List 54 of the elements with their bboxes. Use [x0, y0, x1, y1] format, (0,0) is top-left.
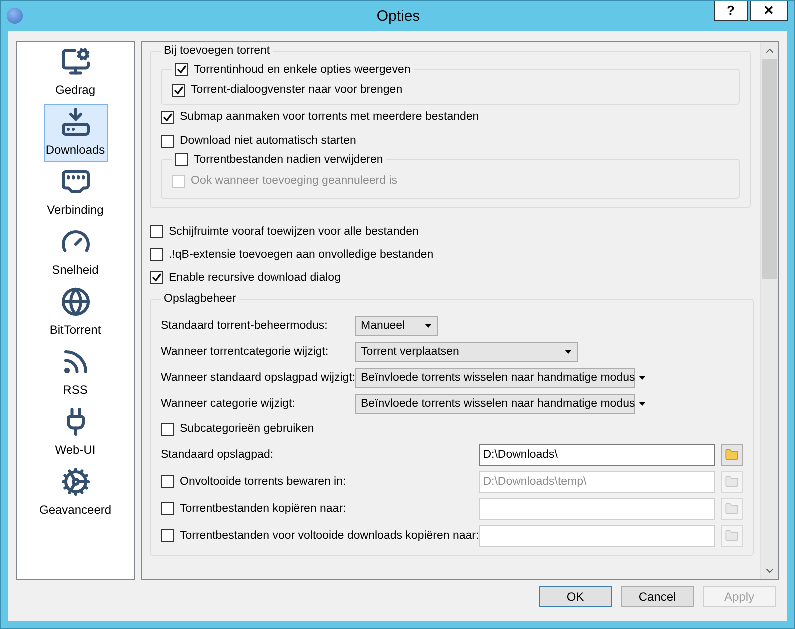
checkbox-label[interactable]: Schijfruimte vooraf toewijzen voor alle bestanden: [169, 226, 419, 238]
dialog-button[interactable]: Cancel: [621, 586, 694, 607]
scrollbar[interactable]: [760, 42, 778, 579]
checkbox[interactable]: [175, 63, 188, 76]
sidebar-item[interactable]: Web-UI: [44, 404, 108, 462]
window-title: Opties: [376, 8, 422, 24]
checkbox-label[interactable]: Torrentbestanden nadien verwijderen: [194, 154, 384, 166]
dialog-button[interactable]: OK: [539, 586, 612, 607]
folder-icon: [725, 448, 740, 462]
checkbox[interactable]: [161, 110, 174, 124]
checkbox[interactable]: [150, 271, 163, 284]
help-button[interactable]: ?: [714, 1, 748, 21]
dropdown[interactable]: Torrent verplaatsen: [355, 342, 578, 362]
checkbox-label[interactable]: Submap aanmaken voor torrents met meerdere bestanden: [180, 111, 480, 123]
dropdown[interactable]: Manueel: [355, 316, 438, 336]
checkbox[interactable]: [172, 84, 185, 96]
sidebar-item[interactable]: BitTorrent: [44, 284, 108, 342]
close-button[interactable]: ✕: [750, 1, 788, 21]
checkbox[interactable]: [161, 422, 174, 436]
field-label: Standaard torrent-beheermodus:: [161, 320, 329, 332]
sidebar-item[interactable]: RSS: [44, 344, 108, 402]
checkbox-label[interactable]: Subcategorieën gebruiken: [180, 423, 314, 435]
sidebar-item[interactable]: Downloads: [44, 104, 108, 162]
category-icon: [60, 467, 90, 497]
checkbox[interactable]: [150, 248, 163, 261]
sidebar-item[interactable]: Gedrag: [44, 44, 108, 102]
sidebar-item[interactable]: Verbinding: [44, 164, 108, 222]
checkbox-label[interactable]: .!qB-extensie toevoegen aan onvolledige bestanden: [169, 248, 434, 260]
sidebar-item[interactable]: Snelheid: [44, 224, 108, 282]
caret-icon: [425, 324, 432, 328]
checkbox-label[interactable]: Torrentinhoud en enkele opties weergeven: [194, 64, 411, 76]
group-title: Opslagbeheer: [163, 293, 238, 305]
category-icon: [60, 107, 90, 137]
app-icon: [7, 8, 23, 24]
group-title: Bij toevoegen torrent: [163, 45, 272, 57]
checkbox[interactable]: [150, 225, 163, 238]
folder-icon: [725, 474, 740, 488]
checkbox-label[interactable]: Enable recursive download dialog: [169, 272, 341, 284]
checkbox[interactable]: [161, 134, 174, 148]
field-label: Wanneer torrentcategorie wijzigt:: [161, 346, 330, 358]
field-label: Standaard opslagpad:: [161, 448, 274, 460]
field-label: Wanneer categorie wijzigt:: [161, 398, 296, 410]
folder-icon: [725, 502, 740, 516]
checkbox-label[interactable]: Torrent-dialoogvenster naar voor brengen: [191, 84, 403, 96]
caret-icon: [639, 402, 646, 406]
checkbox-label[interactable]: Download niet automatisch starten: [180, 135, 356, 147]
checkbox[interactable]: [175, 153, 188, 166]
category-icon: [60, 47, 90, 77]
path-field[interactable]: D:\Downloads\: [479, 444, 716, 466]
field-label: Wanneer standaard opslagpad wijzigt:: [161, 372, 355, 384]
category-icon: [60, 287, 90, 317]
caret-icon: [565, 350, 572, 354]
caret-icon: [639, 376, 646, 380]
folder-icon: [725, 528, 740, 542]
